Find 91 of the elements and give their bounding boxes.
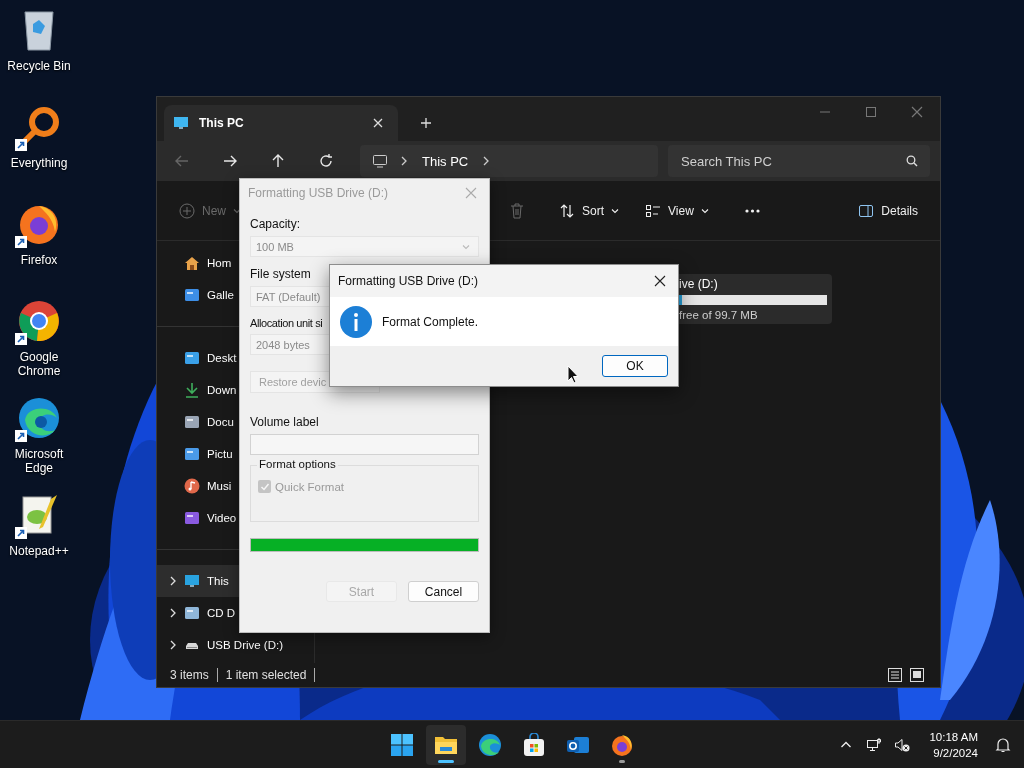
sidebar-item[interactable]: USB Drive (D:) [157, 629, 314, 661]
music-note-icon [184, 478, 200, 494]
list-icon [887, 667, 903, 683]
group-title: Format options [257, 458, 338, 470]
search-icon [906, 155, 918, 167]
address-bar[interactable]: This PC [360, 145, 658, 177]
message-text: Format Complete. [382, 314, 479, 329]
download-arrow-icon [184, 382, 200, 398]
close-icon [911, 106, 923, 118]
shortcut-arrow-icon [15, 236, 27, 248]
muted-speaker-icon [894, 736, 911, 753]
browser-icon[interactable] [17, 396, 61, 440]
field-label: Capacity: [250, 217, 301, 231]
desktop-icon [184, 350, 200, 366]
sort-arrows-icon [559, 202, 575, 219]
ok-button[interactable]: OK [602, 355, 668, 377]
selection-count: 1 item selected [216, 668, 307, 682]
arrow-icon [174, 153, 190, 169]
monitor-icon [184, 573, 200, 589]
photo-icon [184, 446, 200, 462]
chevron-icon[interactable] [169, 576, 177, 586]
chevron-icon [400, 156, 408, 166]
shortcut-arrow-icon [15, 333, 27, 345]
dialog-button[interactable]: Cancel [408, 581, 479, 602]
field-label: File system [250, 267, 311, 281]
search-field[interactable]: Search This PC [668, 145, 930, 177]
drive-space-text: free of 99.7 MB [679, 309, 759, 321]
desktop-icon-label[interactable]: Firefox [1, 253, 77, 267]
dialog-title: Formatting USB Drive (D:) [338, 274, 479, 288]
volume-label-field[interactable] [250, 434, 479, 455]
monitor-icon [372, 153, 388, 169]
browser-icon [478, 732, 502, 757]
desktop-icon-label[interactable]: Everything [1, 156, 77, 170]
taskbar-app-button[interactable] [426, 724, 466, 765]
more-icon [744, 208, 760, 213]
desktop-icon-label[interactable]: Google Chrome [1, 350, 77, 378]
plus-circle-icon [179, 202, 195, 219]
maximize-icon [865, 106, 877, 118]
desktop-icon-label[interactable]: Microsoft Edge [1, 447, 77, 475]
disc-drive-icon [184, 605, 200, 621]
sort-button[interactable]: Sort [555, 194, 624, 227]
shortcut-arrow-icon [15, 139, 27, 151]
refresh-icon [318, 153, 334, 169]
caret-icon [611, 207, 620, 214]
close-icon [372, 117, 384, 129]
shortcut-arrow-icon [15, 430, 27, 442]
shortcut-arrow-icon [15, 527, 27, 539]
view-button[interactable]: View [641, 194, 713, 227]
field-label: Volume label [250, 415, 319, 429]
arrow-icon [222, 153, 238, 169]
caret-icon [462, 243, 470, 250]
drive-name: ive (D:) [679, 277, 719, 291]
photo-icon [184, 287, 200, 303]
breadcrumb-link[interactable]: This PC [422, 153, 469, 169]
desktop-icon-label[interactable]: Notepad++ [1, 544, 77, 558]
close-icon [654, 275, 666, 287]
drive-tile[interactable]: ive (D:) free of 99.7 MB [678, 274, 832, 324]
chevron-icon[interactable] [169, 608, 177, 618]
info-icon [340, 305, 372, 338]
list-view-icon [645, 202, 662, 219]
chevron-icon [482, 156, 491, 166]
network-icon [866, 736, 883, 753]
clock-time: 10:18 AM [929, 729, 978, 745]
chevron-icon[interactable] [169, 640, 177, 650]
details-button[interactable]: Details [854, 194, 922, 227]
caret-icon [700, 207, 709, 214]
windows-grid-icon [390, 732, 414, 757]
cursor-icon [567, 365, 579, 385]
item-count: 3 items [170, 668, 209, 682]
plus-icon [420, 117, 432, 129]
tile-icon [909, 667, 925, 683]
dialog-title: Formatting USB Drive (D:) [248, 186, 390, 200]
document-icon [184, 414, 200, 430]
tab[interactable]: This PC [164, 105, 398, 141]
desktop-icon-label[interactable]: Recycle Bin [1, 59, 77, 73]
field-label: Allocation unit si [250, 317, 323, 329]
checkbox-label: Quick Format [275, 480, 344, 493]
close-icon [465, 187, 477, 199]
tab-title: This PC [199, 116, 245, 130]
clock-date: 9/2/2024 [933, 745, 978, 761]
arrow-icon [270, 153, 286, 169]
trash-icon [509, 202, 525, 219]
browser-icon[interactable] [17, 299, 61, 343]
house-icon [184, 255, 200, 271]
bell-icon [995, 736, 1011, 753]
shopping-bag-icon [522, 732, 546, 757]
panel-icon [858, 202, 875, 219]
caret-icon [233, 207, 241, 214]
clock-button[interactable]: 10:18 AM 9/2/2024 [919, 728, 986, 761]
monitor-icon [173, 115, 189, 131]
film-icon [184, 510, 200, 526]
